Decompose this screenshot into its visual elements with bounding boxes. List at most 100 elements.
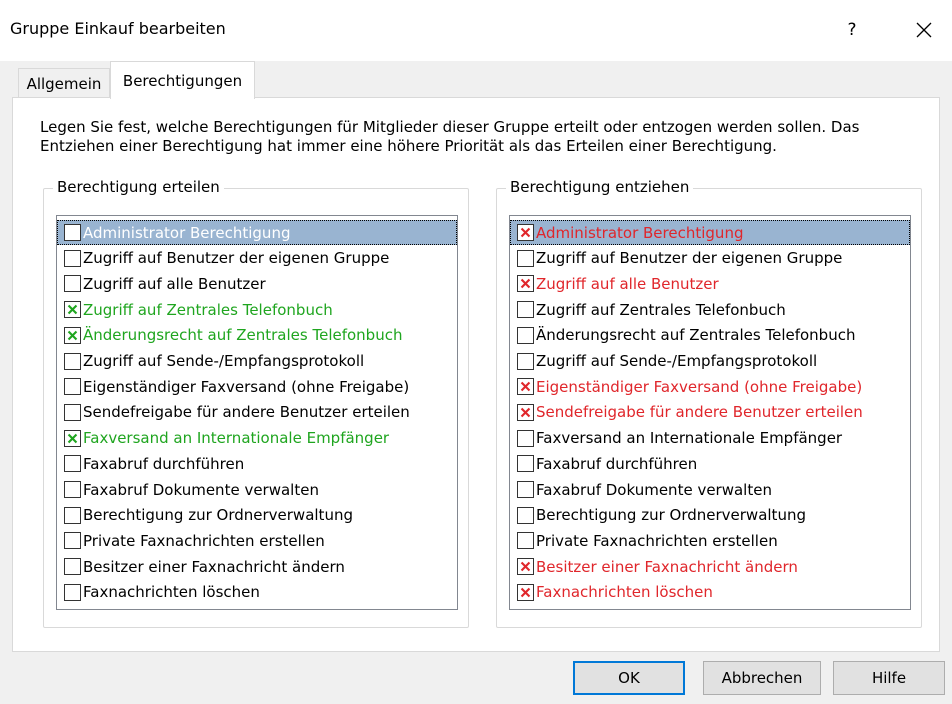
list-item-label: Zugriff auf Benutzer der eigenen Gruppe bbox=[536, 249, 843, 268]
checkbox-crossed-icon[interactable] bbox=[517, 378, 534, 396]
list-item-label: Faxnachrichten löschen bbox=[536, 583, 713, 602]
list-item[interactable]: Eigenständiger Faxversand (ohne Freigabe… bbox=[57, 374, 457, 399]
checkbox-crossed-icon[interactable] bbox=[517, 583, 534, 601]
checkbox-icon[interactable] bbox=[517, 326, 534, 344]
list-item-label: Zugriff auf alle Benutzer bbox=[83, 274, 266, 293]
checkbox-icon[interactable] bbox=[517, 506, 534, 524]
revoke-group-title: Berechtigung entziehen bbox=[506, 178, 694, 196]
checkbox-checked-icon[interactable] bbox=[64, 301, 81, 319]
help-button[interactable]: Hilfe bbox=[833, 661, 945, 695]
list-item-label: Faxabruf durchführen bbox=[83, 454, 245, 473]
list-item[interactable]: Zugriff auf Zentrales Telefonbuch bbox=[57, 297, 457, 322]
list-item[interactable]: Zugriff auf alle Benutzer bbox=[510, 271, 910, 296]
checkbox-checked-icon[interactable] bbox=[64, 429, 81, 447]
list-item[interactable]: Sendefreigabe für andere Benutzer erteil… bbox=[510, 400, 910, 425]
checkbox-icon[interactable] bbox=[517, 429, 534, 447]
checkbox-icon[interactable] bbox=[64, 378, 81, 396]
list-item-label: Sendefreigabe für andere Benutzer erteil… bbox=[536, 403, 863, 422]
checkbox-checked-icon[interactable] bbox=[64, 326, 81, 344]
list-item[interactable]: Private Faxnachrichten erstellen bbox=[510, 528, 910, 553]
checkbox-icon[interactable] bbox=[64, 558, 81, 576]
intro-line-1: Legen Sie fest, welche Berechtigungen fü… bbox=[40, 118, 860, 136]
checkbox-icon[interactable] bbox=[517, 352, 534, 370]
grant-checklist[interactable]: Administrator Berechtigung Zugriff auf Be… bbox=[56, 215, 458, 610]
list-item[interactable]: Zugriff auf Zentrales Telefonbuch bbox=[510, 297, 910, 322]
list-item[interactable]: Besitzer einer Faxnachricht ändern bbox=[510, 554, 910, 579]
checkbox-icon[interactable] bbox=[517, 455, 534, 473]
grant-group: Berechtigung erteilen Administrator Bere… bbox=[43, 178, 469, 628]
list-item[interactable]: Administrator Berechtigung bbox=[510, 220, 910, 245]
checkbox-icon[interactable] bbox=[64, 275, 81, 293]
tab-panel-berechtigungen: Legen Sie fest, welche Berechtigungen fü… bbox=[12, 97, 940, 652]
help-icon-button[interactable]: ? bbox=[832, 12, 872, 48]
list-item[interactable]: Faxabruf durchführen bbox=[510, 451, 910, 476]
checkbox-crossed-icon[interactable] bbox=[517, 558, 534, 576]
checkbox-icon[interactable] bbox=[64, 455, 81, 473]
list-item-label: Eigenständiger Faxversand (ohne Freigabe… bbox=[536, 377, 863, 396]
list-item-label: Änderungsrecht auf Zentrales Telefonbuch bbox=[536, 326, 856, 345]
list-item-label: Sendefreigabe für andere Benutzer erteil… bbox=[83, 403, 410, 422]
list-item-label: Zugriff auf Zentrales Telefonbuch bbox=[536, 300, 786, 319]
list-item-label: Faxabruf Dokumente verwalten bbox=[536, 480, 772, 499]
list-item-label: Faxnachrichten löschen bbox=[83, 583, 260, 602]
checkbox-icon[interactable] bbox=[517, 481, 534, 498]
tab-allgemein[interactable]: Allgemein bbox=[18, 68, 110, 98]
list-item[interactable]: Berechtigung zur Ordnerverwaltung bbox=[57, 503, 457, 528]
list-item[interactable]: Private Faxnachrichten erstellen bbox=[57, 528, 457, 553]
checkbox-crossed-icon[interactable] bbox=[517, 275, 534, 293]
list-item-label: Besitzer einer Faxnachricht ändern bbox=[83, 557, 345, 576]
list-item-label: Zugriff auf Sende-/Empfangsprotokoll bbox=[83, 352, 365, 370]
checkbox-icon[interactable] bbox=[64, 481, 81, 498]
title-bar: Gruppe Einkauf bearbeiten ? bbox=[0, 0, 952, 61]
list-item-label: Zugriff auf alle Benutzer bbox=[536, 274, 719, 293]
list-item[interactable]: Faxnachrichten löschen bbox=[510, 580, 910, 605]
list-item[interactable]: Faxnachrichten löschen bbox=[57, 580, 457, 605]
list-item[interactable]: Faxabruf durchführen bbox=[57, 451, 457, 476]
ok-button[interactable]: OK bbox=[573, 661, 685, 695]
list-item[interactable]: Administrator Berechtigung bbox=[57, 220, 457, 245]
list-item[interactable]: Zugriff auf Benutzer der eigenen Gruppe bbox=[510, 246, 910, 271]
checkbox-icon[interactable] bbox=[517, 249, 534, 267]
close-icon bbox=[916, 22, 932, 38]
list-item[interactable]: Faxversand an Internationale Empfänger bbox=[510, 426, 910, 451]
checkbox-icon[interactable] bbox=[64, 352, 81, 370]
checkbox-icon[interactable] bbox=[517, 301, 534, 319]
checkbox-icon[interactable] bbox=[517, 532, 534, 550]
checkbox-crossed-icon[interactable] bbox=[517, 403, 534, 421]
checkbox-icon[interactable] bbox=[64, 224, 81, 241]
checkbox-icon[interactable] bbox=[64, 532, 81, 550]
list-item[interactable]: Berechtigung zur Ordnerverwaltung bbox=[510, 503, 910, 528]
list-item[interactable]: Zugriff auf Sende-/Empfangsprotokoll bbox=[57, 349, 457, 374]
checkbox-icon[interactable] bbox=[64, 506, 81, 524]
tab-berechtigungen[interactable]: Berechtigungen bbox=[110, 61, 255, 99]
list-item-label: Berechtigung zur Ordnerverwaltung bbox=[83, 506, 353, 525]
list-item[interactable]: Faxversand an Internationale Empfänger bbox=[57, 426, 457, 451]
cancel-button[interactable]: Abbrechen bbox=[703, 661, 821, 695]
list-item[interactable]: Faxabruf Dokumente verwalten bbox=[57, 477, 457, 502]
revoke-checklist[interactable]: Administrator Berechtigung Zugriff auf Be… bbox=[509, 215, 911, 610]
checkbox-icon[interactable] bbox=[64, 583, 81, 601]
list-item[interactable]: Sendefreigabe für andere Benutzer erteil… bbox=[57, 400, 457, 425]
list-item[interactable]: Änderungsrecht auf Zentrales Telefonbuch bbox=[510, 323, 910, 348]
list-item[interactable]: Änderungsrecht auf Zentrales Telefonbuch bbox=[57, 323, 457, 348]
list-item-label: Berechtigung zur Ordnerverwaltung bbox=[536, 506, 806, 525]
list-item[interactable]: Besitzer einer Faxnachricht ändern bbox=[57, 554, 457, 579]
list-item[interactable]: Zugriff auf Benutzer der eigenen Gruppe bbox=[57, 246, 457, 271]
list-item-label: Private Faxnachrichten erstellen bbox=[83, 531, 325, 550]
list-item-label: Zugriff auf Benutzer der eigenen Gruppe bbox=[83, 249, 390, 268]
list-item-label: Faxversand an Internationale Empfänger bbox=[83, 429, 390, 448]
checkbox-icon[interactable] bbox=[64, 249, 81, 267]
intro-line-2: Entziehen einer Berechtigung hat immer e… bbox=[40, 137, 777, 155]
checkbox-crossed-icon[interactable] bbox=[517, 224, 534, 241]
list-item[interactable]: Faxabruf Dokumente verwalten bbox=[510, 477, 910, 502]
list-item-label: Faxversand an Internationale Empfänger bbox=[536, 429, 843, 448]
intro-text: Legen Sie fest, welche Berechtigungen fü… bbox=[40, 118, 920, 156]
list-item[interactable]: Zugriff auf alle Benutzer bbox=[57, 271, 457, 296]
list-item-label: Änderungsrecht auf Zentrales Telefonbuch bbox=[83, 326, 403, 345]
list-item[interactable]: Eigenständiger Faxversand (ohne Freigabe… bbox=[510, 374, 910, 399]
revoke-group: Berechtigung entziehen Administrator Ber… bbox=[496, 178, 922, 628]
list-item-label: Private Faxnachrichten erstellen bbox=[536, 531, 778, 550]
checkbox-icon[interactable] bbox=[64, 403, 81, 421]
list-item[interactable]: Zugriff auf Sende-/Empfangsprotokoll bbox=[510, 349, 910, 374]
close-button[interactable] bbox=[902, 12, 946, 48]
